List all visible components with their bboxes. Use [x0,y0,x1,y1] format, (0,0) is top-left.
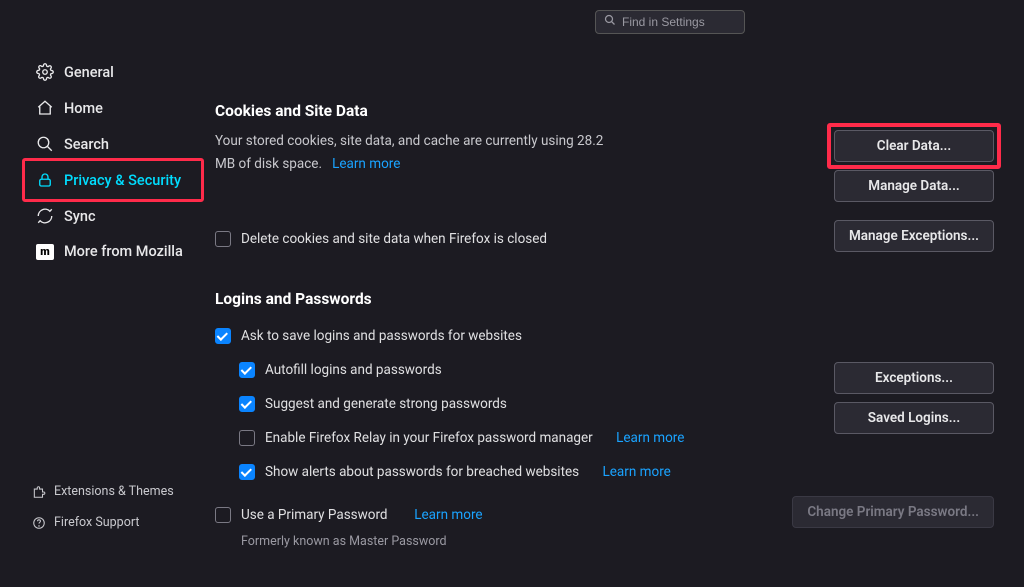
search-icon [36,135,54,153]
sidebar-item-label: Privacy & Security [64,172,181,189]
sidebar-item-privacy-security[interactable]: Privacy & Security [28,162,198,198]
link-label: Firefox Support [54,515,139,530]
home-icon [36,99,54,117]
sidebar-item-home[interactable]: Home [28,90,198,126]
cookies-description: Your stored cookies, site data, and cach… [215,130,615,176]
breach-alerts-checkbox-row[interactable]: Show alerts about passwords for breached… [239,464,814,480]
breach-alerts-checkbox[interactable] [239,464,255,480]
change-primary-password-button: Change Primary Password... [792,496,994,528]
delete-on-close-checkbox[interactable] [215,231,231,247]
logins-exceptions-button[interactable]: Exceptions... [834,362,994,394]
saved-logins-button[interactable]: Saved Logins... [834,402,994,434]
firefox-support-link[interactable]: Firefox Support [28,509,178,536]
autofill-checkbox[interactable] [239,362,255,378]
manage-data-button[interactable]: Manage Data... [834,170,994,202]
cookies-learn-more-link[interactable]: Learn more [332,156,400,172]
suggest-passwords-checkbox-row[interactable]: Suggest and generate strong passwords [239,396,814,412]
checkbox-label: Autofill logins and passwords [265,362,442,378]
sidebar-item-sync[interactable]: Sync [28,198,198,234]
primary-learn-more-link[interactable]: Learn more [414,507,482,523]
checkbox-label: Delete cookies and site data when Firefo… [241,231,547,247]
logins-title: Logins and Passwords [215,290,994,308]
cookies-usage-text: Your stored cookies, site data, and cach… [215,133,603,172]
checkbox-label: Ask to save logins and passwords for web… [241,328,522,344]
checkbox-label: Use a Primary Password [241,507,388,523]
sidebar-item-label: Search [64,136,109,153]
help-icon [32,516,46,530]
cookies-title: Cookies and Site Data [215,102,994,120]
mozilla-icon: m [36,244,54,260]
primary-password-note: Formerly known as Master Password [241,534,994,549]
settings-content: Cookies and Site Data Your stored cookie… [215,102,994,587]
manage-exceptions-button[interactable]: Manage Exceptions... [834,220,994,252]
sidebar-item-search[interactable]: Search [28,126,198,162]
sidebar-item-more-mozilla[interactable]: m More from Mozilla [28,234,198,269]
sidebar: General Home Search Privacy & Security S… [28,54,198,269]
primary-password-checkbox-row[interactable]: Use a Primary Password Learn more [215,507,483,523]
cookies-section: Cookies and Site Data Your stored cookie… [215,102,994,252]
clear-data-button[interactable]: Clear Data... [834,130,994,162]
checkbox-label: Show alerts about passwords for breached… [265,464,579,480]
puzzle-icon [32,485,46,499]
sync-icon [36,207,54,225]
sidebar-item-label: More from Mozilla [64,243,183,260]
gear-icon [36,63,54,81]
autofill-checkbox-row[interactable]: Autofill logins and passwords [239,362,814,378]
relay-checkbox-row[interactable]: Enable Firefox Relay in your Firefox pas… [239,430,814,446]
relay-learn-more-link[interactable]: Learn more [616,430,684,446]
search-box[interactable] [595,10,745,34]
link-label: Extensions & Themes [54,484,174,499]
lock-icon [36,171,54,189]
sidebar-item-label: General [64,64,114,81]
checkbox-label: Enable Firefox Relay in your Firefox pas… [265,430,593,446]
suggest-passwords-checkbox[interactable] [239,396,255,412]
sidebar-item-label: Sync [64,208,96,225]
logins-section: Logins and Passwords Ask to save logins … [215,290,994,549]
relay-checkbox[interactable] [239,430,255,446]
search-icon [604,14,616,30]
checkbox-label: Suggest and generate strong passwords [265,396,507,412]
sidebar-item-label: Home [64,100,103,117]
sidebar-item-general[interactable]: General [28,54,198,90]
delete-on-close-checkbox-row[interactable]: Delete cookies and site data when Firefo… [215,231,547,247]
sidebar-bottom-links: Extensions & Themes Firefox Support [28,478,178,536]
extensions-themes-link[interactable]: Extensions & Themes [28,478,178,505]
ask-save-checkbox[interactable] [215,328,231,344]
search-input[interactable] [622,15,736,29]
breach-learn-more-link[interactable]: Learn more [603,464,671,480]
ask-save-checkbox-row[interactable]: Ask to save logins and passwords for web… [215,328,814,344]
primary-password-checkbox[interactable] [215,507,231,523]
